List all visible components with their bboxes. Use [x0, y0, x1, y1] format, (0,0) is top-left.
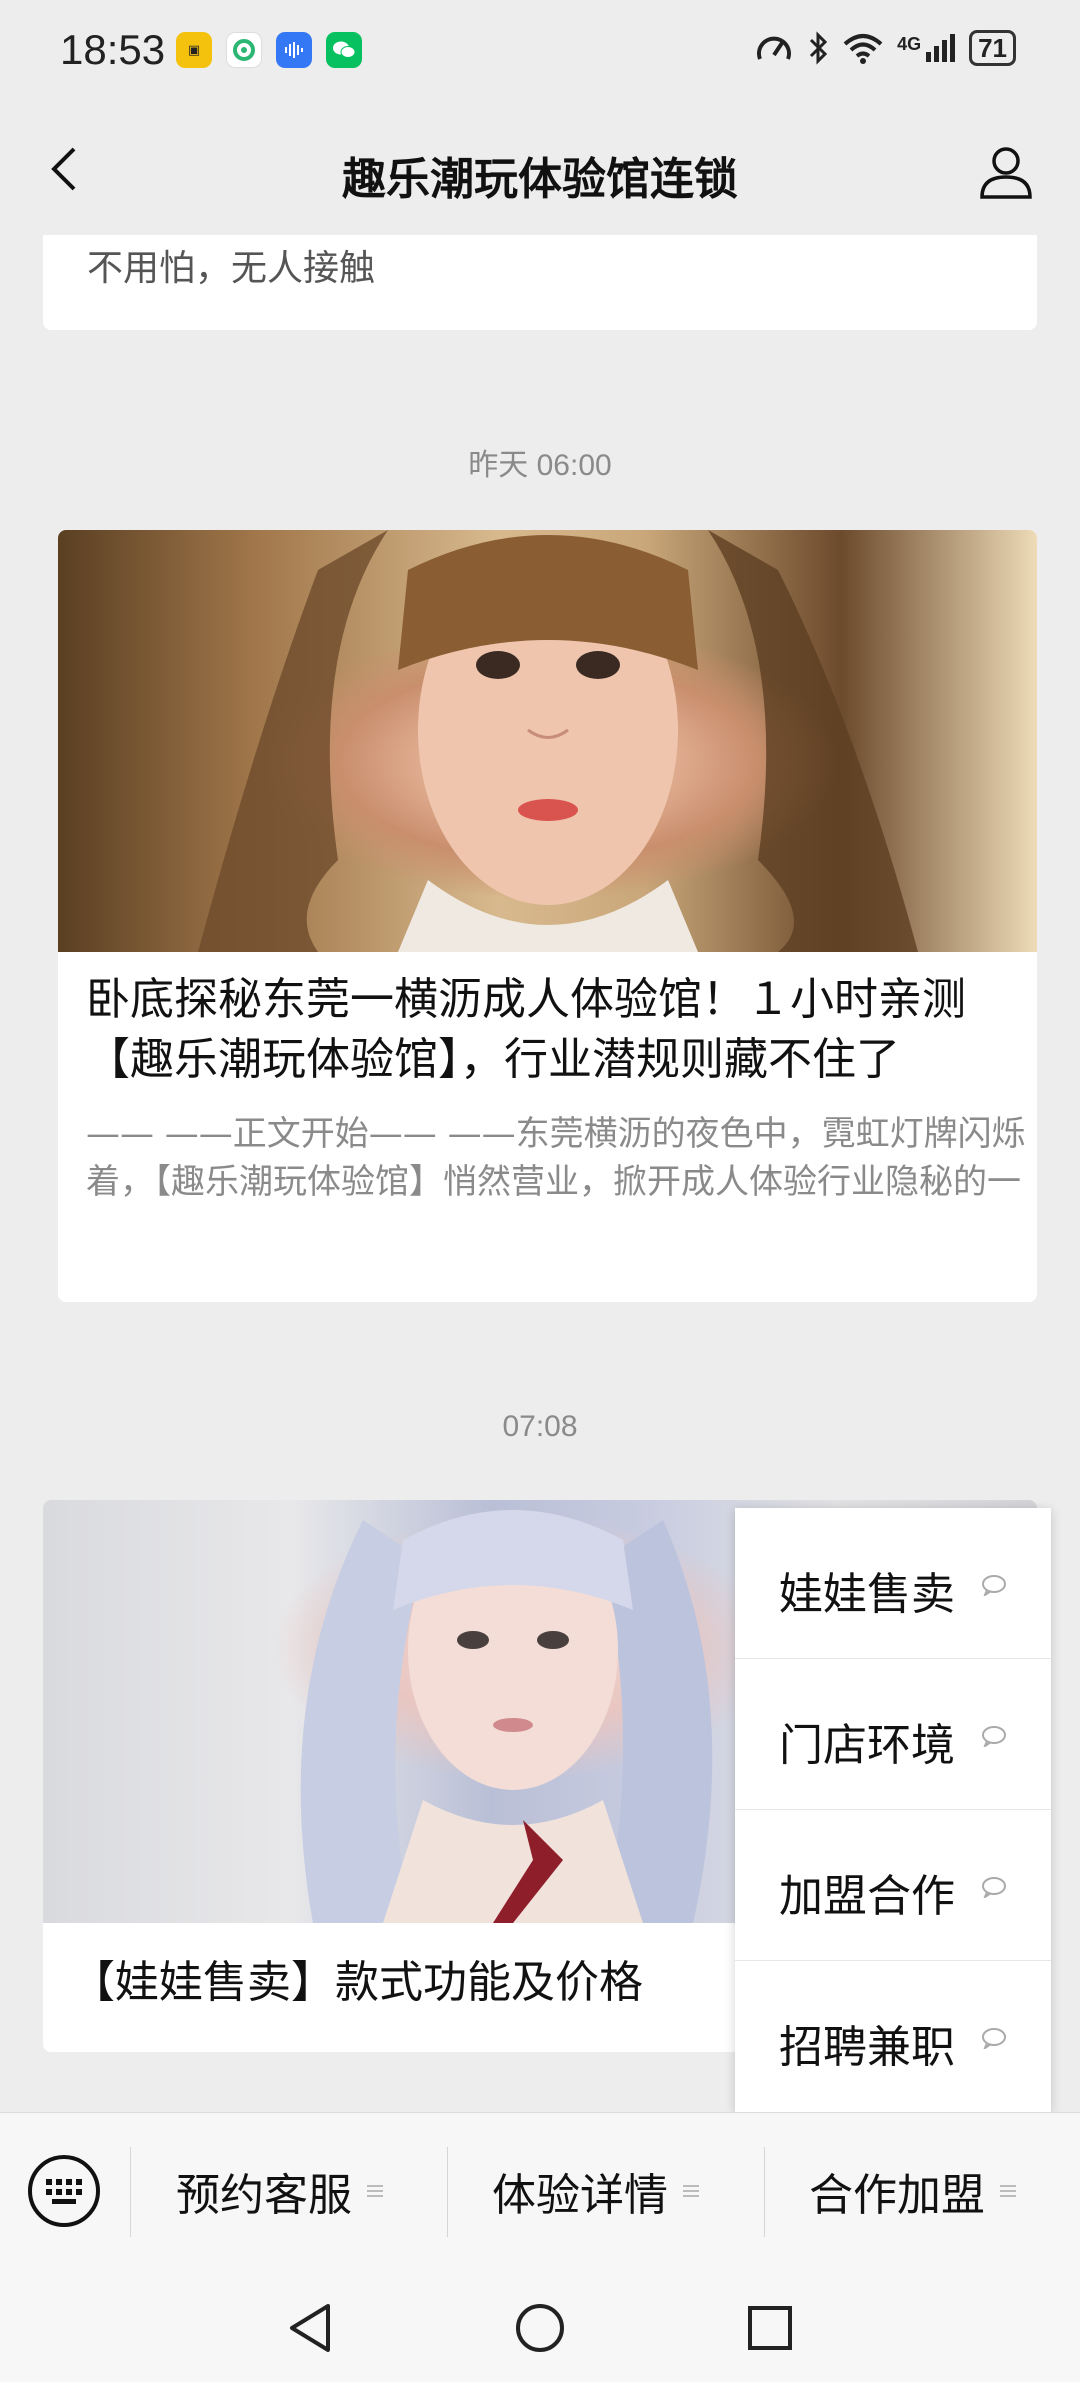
menu-item-franchise[interactable]: 合作加盟	[809, 2143, 1017, 2239]
message-timestamp: 07:08	[502, 1410, 578, 1443]
network-type: 4G	[897, 34, 922, 54]
article-title: 卧底探秘东莞一横沥成人体验馆！１小时亲测【趣乐潮玩体验馆】，行业潜规则藏不住了	[86, 974, 966, 1085]
submenu-lines-icon	[683, 2185, 699, 2197]
app-icon-green	[226, 32, 262, 68]
keyboard-icon[interactable]	[26, 2153, 102, 2229]
person-icon[interactable]	[976, 141, 1036, 201]
notification-app-icon: ▣	[176, 32, 212, 68]
menu-divider	[447, 2147, 448, 2237]
home-circle-icon[interactable]	[510, 2298, 570, 2358]
article-cover-image	[58, 530, 1037, 952]
wifi-icon	[843, 34, 883, 64]
page-title: 趣乐潮玩体验馆连锁	[342, 154, 738, 205]
system-navigation-bar	[0, 2268, 1080, 2382]
menu-divider	[764, 2147, 765, 2237]
article-card[interactable]: 卧底探秘东莞一横沥成人体验馆！１小时亲测【趣乐潮玩体验馆】，行业潜规则藏不住了 …	[58, 530, 1037, 1302]
speed-icon	[757, 36, 792, 60]
status-bar: 18:53 ▣ 4G 71	[0, 0, 1080, 105]
submenu-item[interactable]: 门店环境	[735, 1659, 1051, 1810]
menu-item-booking[interactable]: 预约客服	[176, 2143, 384, 2239]
battery-icon: 71	[969, 30, 1016, 66]
chat-bubble-icon	[982, 2028, 1006, 2049]
previous-card-text: 不用怕，无人接触	[87, 248, 376, 289]
chat-header: 趣乐潮玩体验馆连锁	[0, 105, 1080, 235]
signal-icon: 4G	[897, 34, 956, 62]
submenu-item-label: 门店环境	[779, 1720, 955, 1771]
back-triangle-icon[interactable]	[280, 2298, 340, 2358]
menu-item-label: 体验详情	[492, 2170, 668, 2221]
submenu-item-label: 招聘兼职	[779, 2022, 955, 2073]
submenu-lines-icon	[1000, 2185, 1016, 2197]
article-description: —— ——正文开始—— ——东莞横沥的夜色中，霓虹灯牌闪烁着，【趣乐潮玩体验馆】…	[86, 1114, 1026, 1202]
submenu-item-label: 加盟合作	[779, 1871, 955, 1922]
chat-bubble-icon	[982, 1877, 1006, 1898]
status-indicators: 4G 71	[755, 30, 1016, 66]
message-timestamp: 昨天 06:00	[468, 449, 612, 482]
submenu-item[interactable]: 加盟合作	[735, 1810, 1051, 1961]
cover-illustration	[198, 530, 918, 952]
submenu-item[interactable]: 娃娃售卖	[735, 1508, 1051, 1659]
official-account-menu: 预约客服 体验详情 合作加盟	[0, 2112, 1080, 2268]
voice-app-icon	[276, 32, 312, 68]
article-title: 【娃娃售卖】款式功能及价格	[71, 1957, 643, 2008]
bluetooth-icon	[810, 31, 828, 65]
menu-item-label: 预约客服	[176, 2170, 352, 2221]
wechat-icon	[326, 32, 362, 68]
chat-bubble-icon	[982, 1575, 1006, 1596]
submenu-item[interactable]: 招聘兼职	[735, 1961, 1051, 2112]
submenu-lines-icon	[367, 2185, 383, 2197]
menu-item-label: 合作加盟	[809, 2170, 985, 2221]
status-time: 18:53	[60, 26, 166, 73]
menu-item-details[interactable]: 体验详情	[492, 2143, 700, 2239]
submenu-popup: 娃娃售卖 门店环境 加盟合作 招聘兼职	[735, 1508, 1051, 2112]
battery-level: 71	[978, 32, 1007, 63]
status-app-icons: ▣	[176, 32, 362, 68]
chat-bubble-icon	[982, 1726, 1006, 1747]
submenu-item-label: 娃娃售卖	[779, 1569, 955, 1620]
menu-divider	[130, 2147, 131, 2237]
recents-square-icon[interactable]	[740, 2298, 800, 2358]
message-card-previous[interactable]: 不用怕，无人接触	[43, 235, 1037, 330]
